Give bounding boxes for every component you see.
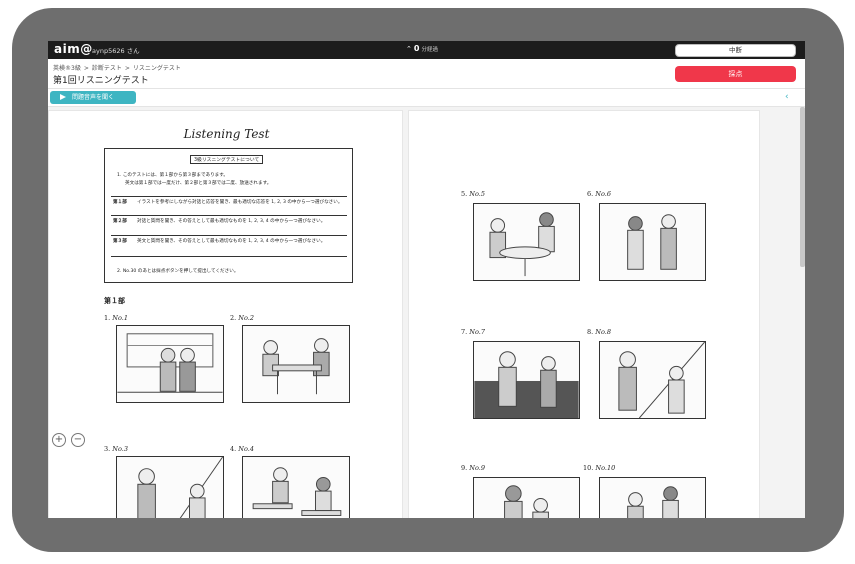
submit-button[interactable]: 採点 xyxy=(675,66,796,82)
document-page-1: Listening Test 3級リスニングテストについて 1. このテストには… xyxy=(48,110,403,518)
breadcrumb-item[interactable]: 英検®3級 xyxy=(53,65,81,72)
table-rule xyxy=(111,256,347,257)
document-title: Listening Test xyxy=(183,127,270,141)
illustration-no8 xyxy=(599,341,706,419)
question-label-1: 1. No.1 xyxy=(104,314,128,322)
illustration-no5 xyxy=(473,203,580,281)
part-text: 対話と質問を聞き、その答えとして最も適切なものを 1, 2, 3, 4 の中から… xyxy=(137,219,326,224)
question-number: 1. xyxy=(104,314,111,322)
breadcrumb-separator: > xyxy=(124,65,130,72)
question-number: 10. xyxy=(583,464,594,472)
question-label-7: 7. No.7 xyxy=(461,328,485,336)
question-label-2: 2. No.2 xyxy=(230,314,254,322)
instructions-box: 3級リスニングテストについて 1. このテストには、第１部から第３部まであります… xyxy=(104,148,353,283)
scene-cafe-table-image xyxy=(489,212,555,277)
illustration-no10 xyxy=(599,477,706,518)
table-rule xyxy=(111,196,347,197)
pause-button[interactable]: 中断 xyxy=(675,44,796,57)
table-rule xyxy=(111,235,347,236)
part-label: 第３部 xyxy=(113,239,127,244)
question-label-9: 9. No.9 xyxy=(461,464,485,472)
question-id: No.1 xyxy=(112,314,128,322)
scene-phone-call-image xyxy=(137,457,223,518)
part-text: イラストを参考にしながら対話と応答を聞き、最も適切な応答を 1, 2, 3 の中… xyxy=(137,200,343,205)
question-label-6: 6. No.6 xyxy=(587,190,611,198)
question-number: 8. xyxy=(587,328,594,336)
scene-table-image xyxy=(262,338,330,395)
breadcrumb-separator: > xyxy=(83,65,89,72)
question-number: 7. xyxy=(461,328,468,336)
question-id: No.5 xyxy=(469,190,485,198)
timer-unit: 分経過 xyxy=(421,47,438,53)
scene-two-students-image xyxy=(627,214,677,270)
question-id: No.8 xyxy=(595,328,611,336)
illustration-no4 xyxy=(242,456,350,518)
illustration-no2 xyxy=(242,325,350,403)
question-number: 4. xyxy=(230,445,237,453)
aim-logo: aim@ xyxy=(54,42,93,56)
timer-value: 0 xyxy=(413,44,420,53)
scene-phone-split-image xyxy=(618,342,705,418)
section-heading: 第１部 xyxy=(104,297,125,305)
question-id: No.9 xyxy=(469,464,485,472)
question-id: No.10 xyxy=(595,464,616,472)
question-number: 9. xyxy=(461,464,468,472)
illustration-no9 xyxy=(473,477,580,518)
question-label-10: 10. No.10 xyxy=(583,464,615,472)
part-text: 英文と質問を聞き、その答えとして最も適切なものを 1, 2, 3, 4 の中から… xyxy=(137,239,326,244)
scene-stage-image xyxy=(474,351,579,418)
part-label: 第２部 xyxy=(113,219,127,224)
question-label-4: 4. No.4 xyxy=(230,445,254,453)
zoom-in-button[interactable]: + xyxy=(52,433,66,447)
question-number: 6. xyxy=(587,190,594,198)
question-id: No.3 xyxy=(112,445,128,453)
top-bar: aim@ aynp5626 さん ⌃ 0 分経過 中断 xyxy=(48,41,805,59)
table-rule xyxy=(111,215,347,216)
header-divider xyxy=(48,88,805,89)
scene-library-image xyxy=(627,486,679,518)
question-number: 5. xyxy=(461,190,468,198)
question-id: No.7 xyxy=(469,328,485,336)
elapsed-timer: ⌃ 0 分経過 xyxy=(406,44,438,53)
question-id: No.2 xyxy=(238,314,254,322)
part-label: 第１部 xyxy=(113,200,127,205)
instructions-heading: 3級リスニングテストについて xyxy=(190,155,264,164)
scene-desk-image xyxy=(504,485,549,518)
question-label-5: 5. No.5 xyxy=(461,190,485,198)
breadcrumb-item[interactable]: 診断テスト xyxy=(92,65,122,72)
instructions-line: 1. このテストには、第１部から第３部まであります。 xyxy=(117,173,228,178)
question-number: 2. xyxy=(230,314,237,322)
document-page-2: 5. No.5 6. No.6 7. No.7 8. No.8 9. No.9 … xyxy=(408,110,760,518)
document-viewer: Listening Test 3級リスニングテストについて 1. このテストには… xyxy=(48,107,805,518)
question-number: 3. xyxy=(104,445,111,453)
page-title: 第1回リスニングテスト xyxy=(53,76,149,86)
illustration-no1 xyxy=(116,325,224,403)
app-screen: aim@ aynp5626 さん ⌃ 0 分経過 中断 英検®3級 > 診断テスト > リス… xyxy=(48,41,805,518)
question-id: No.6 xyxy=(595,190,611,198)
vertical-scrollbar[interactable] xyxy=(800,107,805,267)
breadcrumb: 英検®3級 > 診断テスト > リスニングテスト xyxy=(53,63,184,72)
illustration-no7 xyxy=(473,341,580,419)
illustration-no6 xyxy=(599,203,706,281)
scene-bus-stop-image xyxy=(117,333,223,393)
question-label-8: 8. No.8 xyxy=(587,328,611,336)
chevron-up-icon: ⌃ xyxy=(406,45,412,53)
zoom-out-button[interactable]: − xyxy=(71,433,85,447)
question-label-3: 3. No.3 xyxy=(104,445,128,453)
scene-classroom-image xyxy=(252,467,342,516)
question-id: No.4 xyxy=(238,445,254,453)
instructions-line: 英文は第１部では一度だけ、第２部と第３部では二度、放送されます。 xyxy=(125,181,272,186)
play-icon xyxy=(60,94,66,100)
play-audio-button[interactable]: 問題音声を聞く xyxy=(50,91,136,104)
instructions-line: 2. No.30 のあとは採点ボタンを押して提出してください。 xyxy=(117,269,239,274)
illustration-no3 xyxy=(116,456,224,518)
user-name: aynp5626 さん xyxy=(92,47,140,55)
breadcrumb-item: リスニングテスト xyxy=(132,65,181,72)
collapse-chevron-icon[interactable]: ‹ xyxy=(785,92,789,102)
play-audio-label: 問題音声を聞く xyxy=(72,94,115,101)
